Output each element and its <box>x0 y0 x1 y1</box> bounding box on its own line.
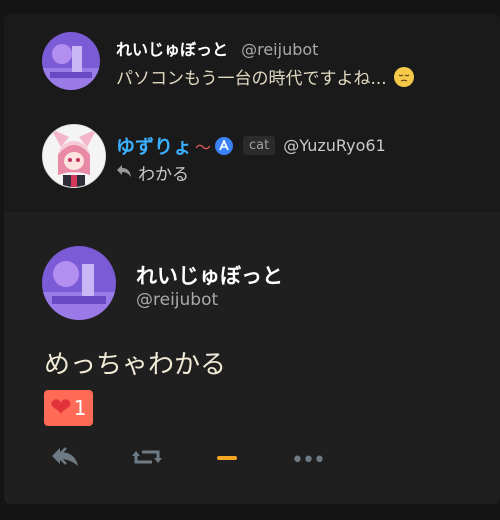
reply-icon[interactable] <box>50 446 80 474</box>
main-note-text: めっちゃわかる <box>44 350 227 380</box>
avatar-reijubot-small[interactable] <box>42 32 100 90</box>
pensive-face-icon <box>394 67 415 87</box>
reply2-name[interactable]: ゆずりょ <box>116 132 192 159</box>
misskey-badge-icon <box>215 136 234 155</box>
reaction-count: 1 <box>73 396 87 420</box>
reply1-header: れいじゅぼっと @reijubot <box>116 36 318 60</box>
reply1-handle[interactable]: @reijubot <box>241 40 318 59</box>
reply1-name[interactable]: れいじゅぼっと <box>116 40 228 59</box>
main-author-handle[interactable]: @reijubot <box>136 290 218 310</box>
reply2-name-decoration: 〜 <box>195 137 212 157</box>
renote-icon[interactable] <box>132 446 162 474</box>
reaction-minus-icon[interactable] <box>217 456 237 460</box>
reply2-header: ゆずりょ 〜 cat @YuzuRyo61 <box>116 132 386 159</box>
reply2-text-content: わかる <box>138 165 189 185</box>
reply2-text: わかる <box>116 160 189 185</box>
reply2-handle[interactable]: @YuzuRyo61 <box>283 136 385 155</box>
more-icon[interactable]: ••• <box>291 448 326 473</box>
main-author-name[interactable]: れいじゅぼっと <box>136 260 283 290</box>
note-actions: ••• <box>34 438 334 478</box>
cat-tag: cat <box>243 136 276 155</box>
reaction-button[interactable]: ❤ 1 <box>44 390 93 426</box>
reply1-text: パソコンもう一台の時代ですよね... <box>116 64 415 89</box>
red-heart-icon: ❤ <box>50 393 72 423</box>
reply-arrow-icon <box>116 163 132 182</box>
avatar-reijubot-large[interactable] <box>42 246 116 320</box>
reply1-text-content: パソコンもう一台の時代ですよね... <box>116 69 387 89</box>
avatar-yuzuryo[interactable] <box>42 124 106 188</box>
note-card: れいじゅぼっと @reijubot パソコンもう一台の時代ですよね... ゆずり… <box>4 14 500 504</box>
